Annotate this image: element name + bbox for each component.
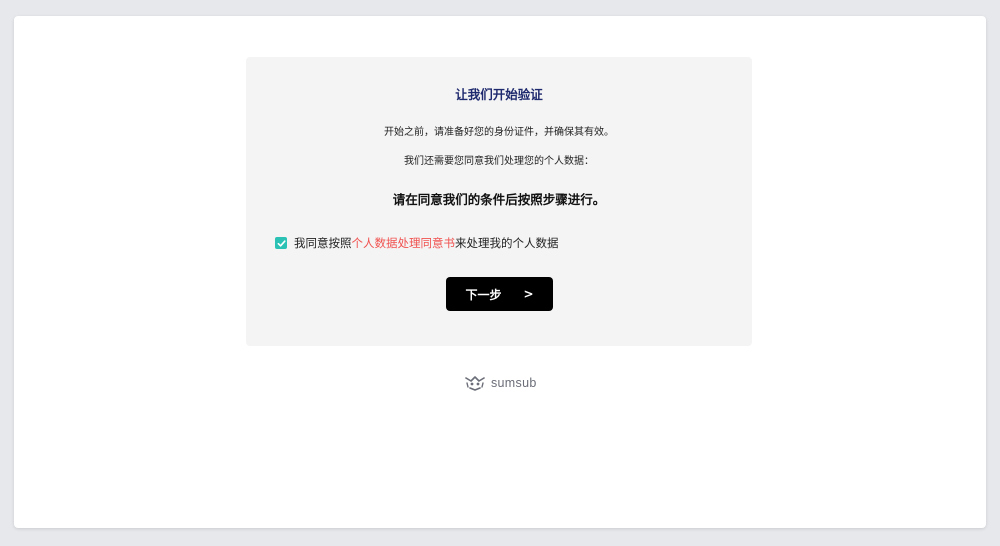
sumsub-logo-icon xyxy=(465,376,485,391)
intro-text: 开始之前，请准备好您的身份证件，并确保其有效。 xyxy=(384,127,614,138)
brand-name: sumsub xyxy=(491,376,537,390)
consent-row: 我同意按照 个人数据处理同意书 来处理我的个人数据 xyxy=(275,235,559,251)
checkmark-icon xyxy=(277,239,286,247)
next-step-button[interactable]: 下一步 > xyxy=(446,277,553,311)
consent-request-text: 我们还需要您同意我们处理您的个人数据： xyxy=(404,156,594,167)
instruction-text: 请在同意我们的条件后按照步骤进行。 xyxy=(392,192,606,207)
card-title: 让我们开始验证 xyxy=(455,87,543,102)
consent-prefix: 我同意按照 xyxy=(294,236,352,250)
consent-suffix: 来处理我的个人数据 xyxy=(455,236,559,250)
consent-document-link[interactable]: 个人数据处理同意书 xyxy=(352,235,456,251)
consent-checkbox[interactable] xyxy=(275,237,287,249)
chevron-right-icon: > xyxy=(523,287,534,301)
next-step-label: 下一步 xyxy=(465,287,502,302)
brand-footer: sumsub xyxy=(464,375,537,391)
verification-card: 让我们开始验证 开始之前，请准备好您的身份证件，并确保其有效。 我们还需要您同意… xyxy=(246,57,752,346)
page-frame: 让我们开始验证 开始之前，请准备好您的身份证件，并确保其有效。 我们还需要您同意… xyxy=(14,16,986,528)
